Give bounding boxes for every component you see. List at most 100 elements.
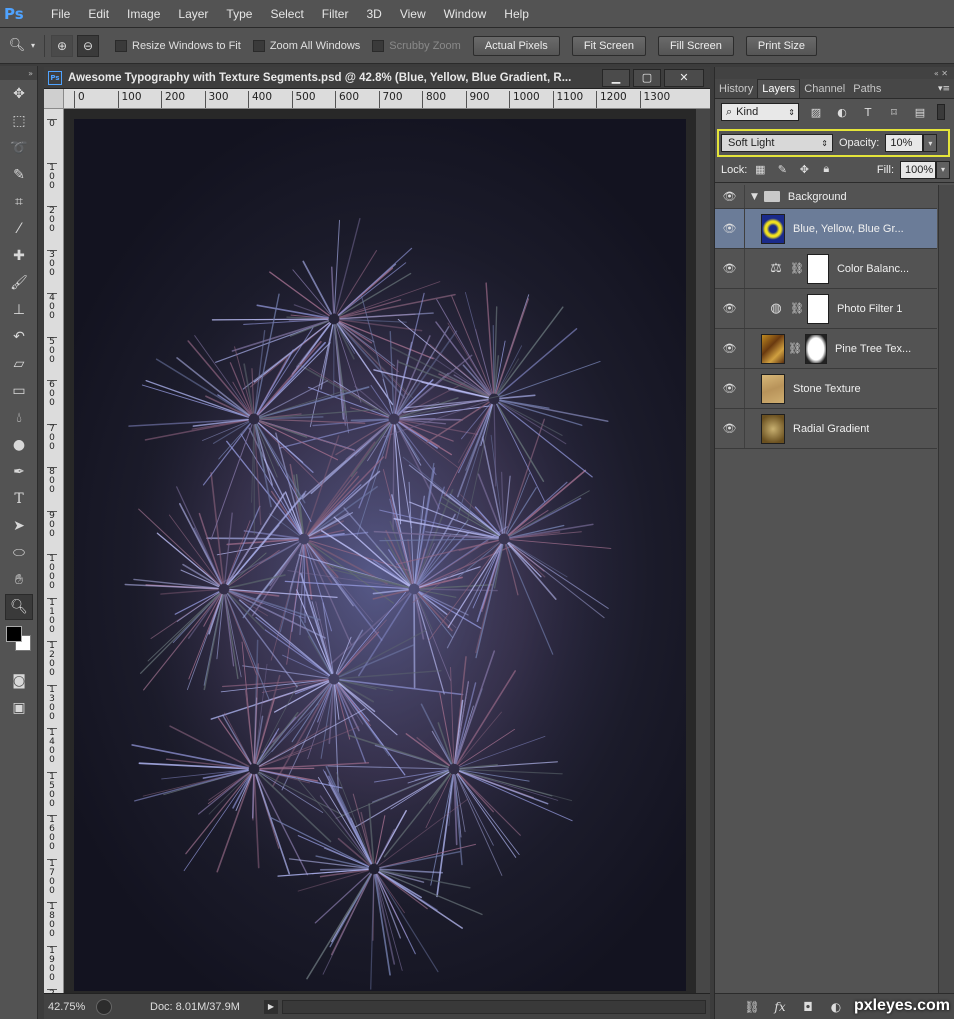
visibility-eye-icon[interactable]: 👁︎: [715, 409, 745, 448]
menu-select[interactable]: Select: [261, 7, 312, 21]
checkbox-box[interactable]: [252, 39, 265, 52]
eraser-tool-icon[interactable]: ▱: [5, 351, 33, 377]
smart-object-filter-icon[interactable]: ▤: [911, 104, 929, 120]
path-select-tool-icon[interactable]: ➤: [5, 513, 33, 539]
vertical-ruler[interactable]: 0 100 200 300 400 500 600 700 800 900 1000 1100 1200…: [44, 109, 64, 993]
panel-collapse-icon[interactable]: « ✕: [715, 67, 954, 79]
layer-pine-tree-texture[interactable]: 👁︎ ⛓︎ Pine Tree Tex...: [715, 329, 937, 369]
zoom-out-button[interactable]: ⊖: [77, 34, 99, 57]
zoom-tool-icon[interactable]: 🔍︎: [5, 594, 33, 620]
tab-layers[interactable]: Layers: [757, 79, 801, 98]
lock-position-icon[interactable]: ✥: [795, 162, 813, 178]
checkbox-box[interactable]: [372, 39, 385, 52]
status-info-icon[interactable]: [96, 998, 112, 1015]
clone-stamp-tool-icon[interactable]: ⊥: [5, 297, 33, 323]
shape-tool-icon[interactable]: ⬭: [5, 540, 33, 566]
menu-window[interactable]: Window: [435, 7, 496, 21]
menu-3d[interactable]: 3D: [357, 7, 390, 21]
hand-tool-icon[interactable]: ✋︎: [5, 567, 33, 593]
healing-brush-tool-icon[interactable]: ✚: [5, 243, 33, 269]
menu-view[interactable]: View: [391, 7, 435, 21]
maximize-button[interactable]: ▢: [633, 68, 661, 87]
gradient-tool-icon[interactable]: ▭: [5, 378, 33, 404]
menu-image[interactable]: Image: [118, 7, 169, 21]
zoom-level[interactable]: 42.75%: [44, 1001, 96, 1013]
fill-input[interactable]: 100%: [900, 160, 936, 179]
lock-all-icon[interactable]: 🔒︎: [817, 162, 835, 178]
crop-tool-icon[interactable]: ⌗: [5, 189, 33, 215]
chain-link-icon[interactable]: ⛓︎: [790, 262, 804, 275]
menu-help[interactable]: Help: [495, 7, 538, 21]
kind-filter-select[interactable]: ⌕ Kind ⇕: [721, 103, 799, 121]
tab-history[interactable]: History: [715, 80, 757, 98]
layer-mask-thumbnail[interactable]: [806, 293, 829, 324]
layers-scrollbar[interactable]: [938, 185, 954, 995]
tool-preset-dropdown-icon[interactable]: ▾: [28, 35, 38, 57]
visibility-eye-icon[interactable]: 👁︎: [715, 249, 745, 288]
layer-group-background[interactable]: 👁︎ ▼ Background: [715, 185, 937, 209]
blur-tool-icon[interactable]: 💧︎: [5, 405, 33, 431]
status-menu-arrow-icon[interactable]: ▶: [264, 999, 278, 1014]
menu-layer[interactable]: Layer: [169, 7, 217, 21]
chain-link-icon[interactable]: ⛓︎: [788, 342, 802, 355]
brush-tool-icon[interactable]: 🖌︎: [5, 270, 33, 296]
lock-pixels-icon[interactable]: ✎: [773, 162, 791, 178]
document-title-bar[interactable]: Ps Awesome Typography with Texture Segme…: [44, 67, 710, 89]
checkbox-box[interactable]: [115, 39, 127, 52]
fill-slider-button[interactable]: ▾: [936, 160, 950, 179]
tab-channels[interactable]: Channel: [800, 80, 849, 98]
visibility-eye-icon[interactable]: 👁︎: [715, 289, 745, 328]
visibility-eye-icon[interactable]: 👁︎: [715, 329, 745, 368]
group-expand-icon[interactable]: ▼: [751, 192, 758, 202]
fill-screen-button[interactable]: Fill Screen: [657, 35, 734, 56]
layer-photo-filter[interactable]: 👁︎ ◍ ⛓︎ Photo Filter 1: [715, 289, 937, 329]
zoom-in-button[interactable]: ⊕: [51, 34, 73, 57]
visibility-eye-icon[interactable]: 👁︎: [715, 209, 745, 248]
layer-color-balance[interactable]: 👁︎ ⚖︎ ⛓︎ Color Balanc...: [715, 249, 937, 289]
pixel-filter-icon[interactable]: ▨: [807, 104, 825, 120]
layer-mask-thumbnail[interactable]: [804, 333, 827, 364]
scrubby-zoom-checkbox[interactable]: Scrubby Zoom: [372, 39, 461, 52]
tools-collapse-icon[interactable]: »: [0, 66, 37, 80]
layer-style-fx-icon[interactable]: fx: [769, 998, 791, 1016]
menu-edit[interactable]: Edit: [79, 7, 118, 21]
zoom-all-windows-checkbox[interactable]: Zoom All Windows: [252, 39, 360, 52]
marquee-tool-icon[interactable]: ⬚: [5, 108, 33, 134]
type-filter-icon[interactable]: T: [859, 104, 877, 120]
lasso-tool-icon[interactable]: ➰: [5, 135, 33, 161]
menu-filter[interactable]: Filter: [313, 7, 358, 21]
visibility-eye-icon[interactable]: 👁︎: [715, 369, 745, 408]
move-tool-icon[interactable]: ✥: [5, 81, 33, 107]
menu-file[interactable]: File: [42, 7, 79, 21]
canvas-area[interactable]: [64, 109, 710, 993]
fit-screen-button[interactable]: Fit Screen: [571, 35, 646, 56]
layer-blue-yellow-gradient[interactable]: 👁︎ Blue, Yellow, Blue Gr...: [715, 209, 937, 249]
resize-windows-checkbox[interactable]: Resize Windows to Fit: [115, 39, 241, 52]
filter-toggle[interactable]: [937, 104, 945, 120]
foreground-color-swatch[interactable]: [6, 626, 22, 642]
layer-stone-texture[interactable]: 👁︎ Stone Texture: [715, 369, 937, 409]
quick-select-tool-icon[interactable]: ✎: [5, 162, 33, 188]
layer-radial-gradient[interactable]: 👁︎ Radial Gradient: [715, 409, 937, 449]
shape-filter-icon[interactable]: ⌑: [885, 104, 903, 120]
opacity-slider-button[interactable]: ▾: [923, 134, 938, 152]
visibility-eye-icon[interactable]: 👁︎: [715, 185, 745, 208]
artwork-canvas[interactable]: [74, 119, 686, 991]
add-mask-icon[interactable]: ◘: [797, 998, 819, 1016]
eyedropper-tool-icon[interactable]: ⁄: [5, 216, 33, 242]
horizontal-ruler[interactable]: 0 100 200 300 400 500 600 700 800 900 1000 1100 1200…: [64, 89, 710, 109]
history-brush-tool-icon[interactable]: ↶: [5, 324, 33, 350]
horizontal-scrollbar[interactable]: [282, 999, 706, 1014]
zoom-tool-icon[interactable]: 🔍︎: [6, 35, 28, 57]
blend-mode-select[interactable]: Soft Light ⇕: [721, 134, 833, 152]
tab-paths[interactable]: Paths: [849, 80, 885, 98]
minimize-button[interactable]: ▁: [602, 68, 630, 87]
print-size-button[interactable]: Print Size: [745, 35, 817, 56]
new-adjustment-icon[interactable]: ◐: [825, 998, 847, 1016]
screen-mode-icon[interactable]: ▣: [5, 695, 33, 721]
panel-menu-icon[interactable]: ▾≡: [938, 84, 950, 98]
pen-tool-icon[interactable]: ✒: [5, 459, 33, 485]
quick-mask-icon[interactable]: ◙: [5, 668, 33, 694]
adjustment-filter-icon[interactable]: ◐: [833, 104, 851, 120]
close-button[interactable]: ✕: [664, 68, 704, 87]
